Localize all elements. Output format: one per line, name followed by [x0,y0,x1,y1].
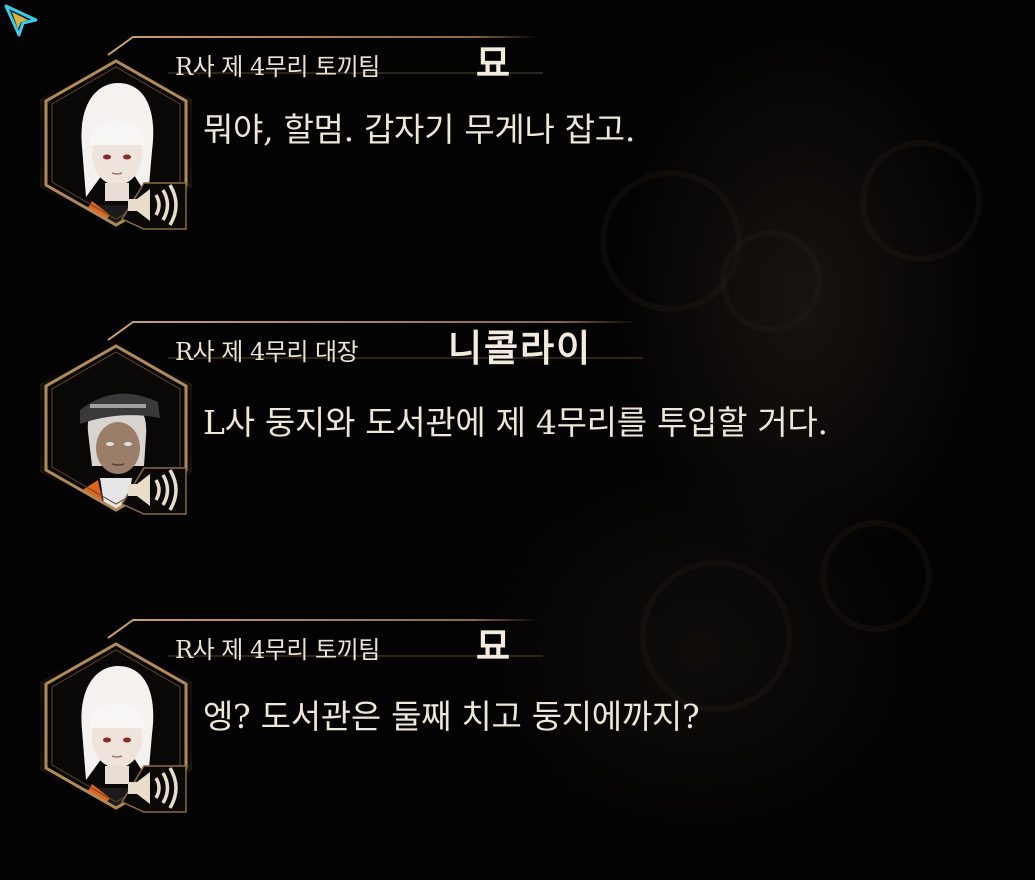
dialogue-text: L사 둥지와 도서관에 제 4무리를 투입할 거다. [203,403,828,442]
speaker-sound-icon[interactable] [120,460,188,516]
dialogue-text: 엥? 도서관은 둘째 치고 둥지에까지? [203,697,700,736]
speaker-title: R사 제 4무리 토끼팀 [175,636,380,664]
speaker-name: 묘 [476,624,513,668]
dialogue-entry[interactable]: R사 제 4무리 토끼팀 묘 [38,608,1028,838]
dialogue-text: 뭐야, 할멈. 갑자기 무게나 잡고. [203,110,636,149]
dialogue-entry[interactable]: R사 제 4무리 대장 니콜라이 L사 둥지와 도서관에 제 4무리를 투입할 … [38,310,1028,540]
speaker-title: R사 제 4무리 대장 [175,338,359,366]
speaker-sound-icon[interactable] [120,758,188,814]
speaker-title: R사 제 4무리 토끼팀 [175,53,380,81]
speaker-name: 니콜라이 [448,326,593,370]
dialogue-entry[interactable]: R사 제 4무리 토끼팀 묘 [38,25,1028,255]
speaker-sound-icon[interactable] [120,175,188,231]
speaker-name: 묘 [476,41,513,85]
mouse-cursor-icon [4,4,38,37]
